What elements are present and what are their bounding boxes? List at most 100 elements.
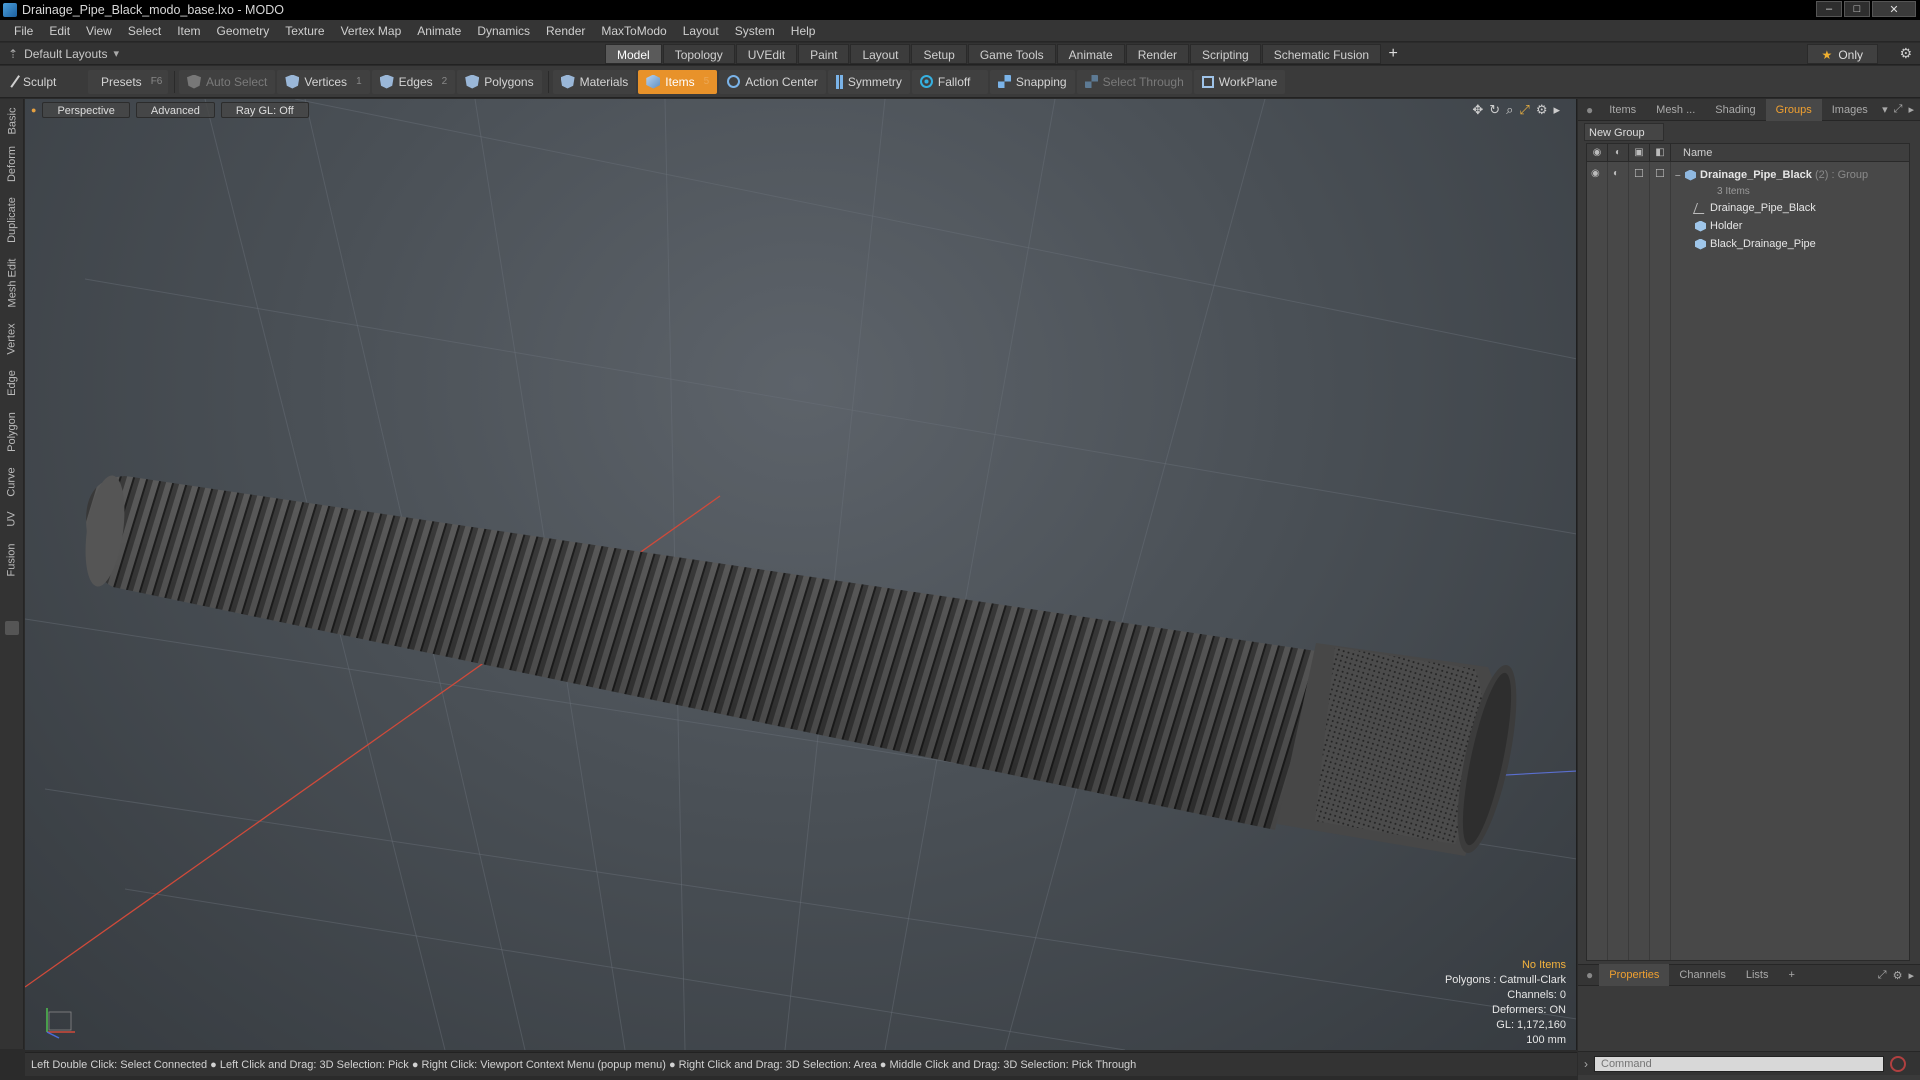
vtab-deform[interactable]: Deform xyxy=(0,141,24,187)
view-mode-button[interactable]: Perspective xyxy=(42,102,130,118)
menu-edit[interactable]: Edit xyxy=(41,20,78,42)
lock-toggle-icon[interactable]: ▣ xyxy=(1629,143,1650,162)
fit-view-icon[interactable]: ⤢ xyxy=(1519,102,1529,118)
group-row[interactable]: – Drainage_Pipe_Black (2) : Group xyxy=(1587,164,1911,186)
menu-select[interactable]: Select xyxy=(120,20,169,42)
presets-button[interactable]: Presets F6 xyxy=(88,69,168,94)
add-tab-button[interactable]: + xyxy=(1382,44,1404,64)
menu-view[interactable]: View xyxy=(78,20,120,42)
tab-topology[interactable]: Topology xyxy=(662,44,735,64)
props-menu-dot-icon[interactable]: ● xyxy=(1586,968,1593,982)
vtab-mesh-edit[interactable]: Mesh Edit xyxy=(0,253,24,313)
panel-dropdown-icon[interactable]: ▾ xyxy=(1882,103,1888,116)
group-child-row[interactable]: Drainage_Pipe_Black xyxy=(1587,199,1911,217)
command-input[interactable] xyxy=(1594,1055,1884,1072)
workplane-button[interactable]: WorkPlane xyxy=(1193,69,1286,94)
falloff-button[interactable]: Falloff xyxy=(911,69,988,94)
add-props-tab-button[interactable]: + xyxy=(1779,964,1805,986)
only-button[interactable]: ★ Only xyxy=(1806,44,1878,64)
menu-geometry[interactable]: Geometry xyxy=(209,20,278,42)
tab-items[interactable]: Items xyxy=(1599,99,1646,121)
group-child-row[interactable]: Black_Drainage_Pipe xyxy=(1587,235,1911,253)
tab-layout[interactable]: Layout xyxy=(850,44,911,64)
tab-lists[interactable]: Lists xyxy=(1736,964,1779,986)
command-stop-icon[interactable] xyxy=(1890,1055,1906,1072)
viewport-expand-icon[interactable]: ▸ xyxy=(1553,102,1560,118)
menu-dynamics[interactable]: Dynamics xyxy=(469,20,538,42)
menu-system[interactable]: System xyxy=(727,20,783,42)
tab-properties[interactable]: Properties xyxy=(1599,964,1670,986)
collapse-icon[interactable]: – xyxy=(1675,170,1685,181)
menu-maxtomodo[interactable]: MaxToModo xyxy=(593,20,674,42)
raygl-button[interactable]: Ray GL: Off xyxy=(220,102,309,118)
viewport-settings-icon[interactable]: ⚙ xyxy=(1536,102,1548,118)
vtab-polygon[interactable]: Polygon xyxy=(0,405,24,459)
vtab-curve[interactable]: Curve xyxy=(0,461,24,503)
props-gear-icon[interactable]: ⚙ xyxy=(1893,969,1903,982)
items-button[interactable]: Items 5 xyxy=(638,69,718,94)
select-through-button[interactable]: Select Through xyxy=(1076,69,1192,94)
tab-shading[interactable]: Shading xyxy=(1705,99,1765,121)
render-toggle-icon[interactable]: ◐ xyxy=(1608,143,1629,162)
panel-menu-dot-icon[interactable]: ● xyxy=(1586,103,1593,117)
tab-model[interactable]: Model xyxy=(605,44,662,64)
select-toggle-icon[interactable]: ◧ xyxy=(1650,143,1671,162)
vtab-fusion[interactable]: Fusion xyxy=(0,537,24,583)
maximize-button[interactable]: □ xyxy=(1844,1,1870,17)
symmetry-button[interactable]: Symmetry xyxy=(827,69,910,94)
polygons-button[interactable]: Polygons xyxy=(457,69,542,94)
tab-images[interactable]: Images xyxy=(1822,99,1878,121)
pan-icon[interactable]: ✥ xyxy=(1472,102,1483,118)
vtab-uv[interactable]: UV xyxy=(0,503,24,535)
visibility-eye-icon[interactable]: ◉ xyxy=(1587,143,1608,162)
rotate-icon[interactable]: ↻ xyxy=(1489,102,1500,118)
toolbox-toggle-button[interactable] xyxy=(5,621,19,635)
tab-scripting[interactable]: Scripting xyxy=(1190,44,1261,64)
group-child-row[interactable]: Holder xyxy=(1587,217,1911,235)
viewport-menu-dot-icon[interactable]: ● xyxy=(31,105,36,118)
gear-icon[interactable]: ⚙ xyxy=(1899,45,1912,62)
new-group-button[interactable]: New Group xyxy=(1584,123,1664,141)
tab-channels[interactable]: Channels xyxy=(1669,964,1735,986)
tab-uvedit[interactable]: UVEdit xyxy=(735,44,798,64)
auto-select-button[interactable]: Auto Select xyxy=(179,69,276,94)
tab-mesh[interactable]: Mesh ... xyxy=(1646,99,1705,121)
vtab-edge[interactable]: Edge xyxy=(0,363,24,403)
edges-button[interactable]: Edges 2 xyxy=(371,69,456,94)
layout-selector[interactable]: ⇡ Default Layouts ▾ xyxy=(0,47,600,61)
menu-help[interactable]: Help xyxy=(783,20,824,42)
menu-layout[interactable]: Layout xyxy=(675,20,727,42)
menu-vertex-map[interactable]: Vertex Map xyxy=(333,20,410,42)
minimize-button[interactable]: – xyxy=(1816,1,1842,17)
vtab-vertex[interactable]: Vertex xyxy=(0,317,24,361)
3d-viewport[interactable]: ● Perspective Advanced Ray GL: Off ✥ ↻ ⌕… xyxy=(25,99,1577,1050)
shading-mode-button[interactable]: Advanced xyxy=(135,102,215,118)
vertices-button[interactable]: Vertices 1 xyxy=(277,69,370,94)
tab-game-tools[interactable]: Game Tools xyxy=(967,44,1056,64)
tab-render[interactable]: Render xyxy=(1125,44,1190,64)
sculpt-button[interactable]: Sculpt xyxy=(6,69,86,94)
menu-item[interactable]: Item xyxy=(169,20,208,42)
tab-groups[interactable]: Groups xyxy=(1765,98,1822,121)
only-label: Only xyxy=(1838,48,1863,62)
tab-schematic-fusion[interactable]: Schematic Fusion xyxy=(1261,44,1382,64)
props-arrow-icon[interactable]: ▸ xyxy=(1908,969,1914,982)
panel-expand-icon[interactable]: ⤢ xyxy=(1894,103,1903,116)
snapping-button[interactable]: Snapping xyxy=(989,69,1075,94)
panel-arrow-icon[interactable]: ▸ xyxy=(1908,103,1914,116)
menu-file[interactable]: File xyxy=(6,20,41,42)
menu-animate[interactable]: Animate xyxy=(409,20,469,42)
menu-texture[interactable]: Texture xyxy=(277,20,332,42)
close-button[interactable]: ✕ xyxy=(1872,1,1916,17)
action-center-button[interactable]: Action Center xyxy=(719,69,826,94)
tab-setup[interactable]: Setup xyxy=(911,44,967,64)
menu-render[interactable]: Render xyxy=(538,20,593,42)
materials-button[interactable]: Materials xyxy=(552,69,637,94)
tab-paint[interactable]: Paint xyxy=(798,44,850,64)
zoom-icon[interactable]: ⌕ xyxy=(1506,102,1513,118)
props-expand-icon[interactable]: ⤢ xyxy=(1878,969,1887,982)
vtab-basic[interactable]: Basic xyxy=(0,103,24,139)
window-title: Drainage_Pipe_Black_modo_base.lxo - MODO xyxy=(22,3,284,17)
vtab-duplicate[interactable]: Duplicate xyxy=(0,191,24,249)
tab-animate[interactable]: Animate xyxy=(1056,44,1125,64)
